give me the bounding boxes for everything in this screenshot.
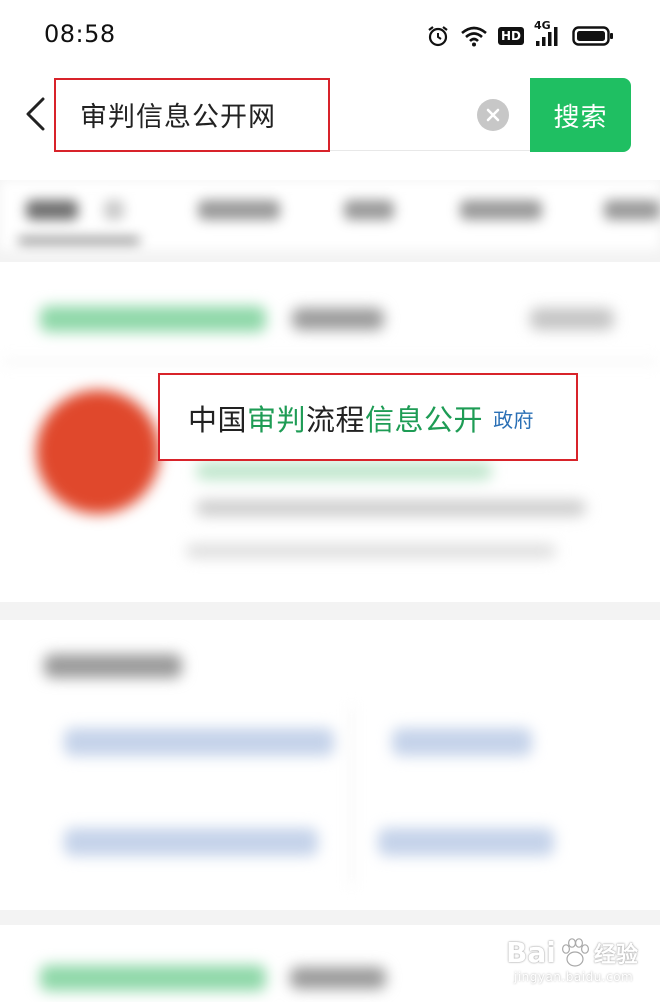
status-icons: HD 4G xyxy=(426,19,614,50)
blurred-link[interactable] xyxy=(64,828,318,856)
search-input[interactable] xyxy=(80,94,460,134)
blurred-divider xyxy=(0,360,660,363)
cellular-signal-icon: 4G xyxy=(534,19,562,47)
tab-blurred xyxy=(104,200,124,220)
hd-badge: HD xyxy=(497,27,524,45)
clear-search-button[interactable] xyxy=(477,99,509,131)
blurred-divider xyxy=(350,706,353,886)
blurred-text xyxy=(186,544,556,558)
status-time: 08:58 xyxy=(44,20,116,48)
network-type-label: 4G xyxy=(534,19,551,32)
related-links-card xyxy=(0,620,660,910)
tab-blurred xyxy=(604,200,660,220)
blurred-logo xyxy=(36,390,160,514)
chevron-left-icon xyxy=(26,97,45,131)
tab-underline-blurred xyxy=(18,238,140,243)
blurred-text xyxy=(292,308,384,330)
tab-blurred xyxy=(344,200,394,220)
blurred-link[interactable] xyxy=(378,828,554,856)
watermark-brand: Bai xyxy=(506,936,556,969)
close-icon xyxy=(486,108,500,122)
blurred-link[interactable] xyxy=(64,728,334,756)
blurred-text xyxy=(196,500,586,516)
government-badge: 政府 xyxy=(493,408,535,432)
blurred-heading xyxy=(44,654,182,678)
result-title-annotation[interactable]: 中国审判流程信息公开 政府 xyxy=(158,373,578,461)
result-title-part: 流程 xyxy=(306,403,366,437)
tab-blurred xyxy=(198,200,280,220)
baidu-jingyan-watermark: Bai 经验 jingyan.baidu.com xyxy=(506,936,638,984)
filter-tabs-blurred xyxy=(0,180,660,250)
blurred-text xyxy=(290,967,386,989)
tab-blurred xyxy=(460,200,542,220)
blurred-green-tag xyxy=(40,306,266,332)
watermark-url: jingyan.baidu.com xyxy=(514,970,634,984)
blurred-text xyxy=(530,308,614,330)
search-button[interactable]: 搜索 xyxy=(530,78,631,152)
search-box xyxy=(54,78,530,151)
status-bar: 08:58 HD 4G xyxy=(0,0,660,70)
result-title-part: 中国 xyxy=(188,403,248,437)
back-button[interactable] xyxy=(18,94,52,134)
blurred-link[interactable] xyxy=(392,728,532,756)
wifi-icon xyxy=(460,25,488,47)
result-title-keyword: 审判 xyxy=(247,403,307,437)
battery-icon xyxy=(572,25,614,47)
tab-blurred xyxy=(26,200,78,220)
blurred-text xyxy=(196,462,492,480)
paw-icon xyxy=(561,938,589,967)
blurred-green-tag xyxy=(40,965,266,991)
alarm-icon xyxy=(426,24,450,48)
related-links-blurred-content xyxy=(0,620,660,910)
watermark-brand-tail: 经验 xyxy=(593,943,638,968)
result-title[interactable]: 中国审判流程信息公开 政府 xyxy=(188,397,534,439)
result-title-keyword: 信息公开 xyxy=(365,403,484,437)
screen: 08:58 HD 4G 审判信息公开网 搜索 中国审判流程信息公开 政府 Bai… xyxy=(0,0,660,1002)
